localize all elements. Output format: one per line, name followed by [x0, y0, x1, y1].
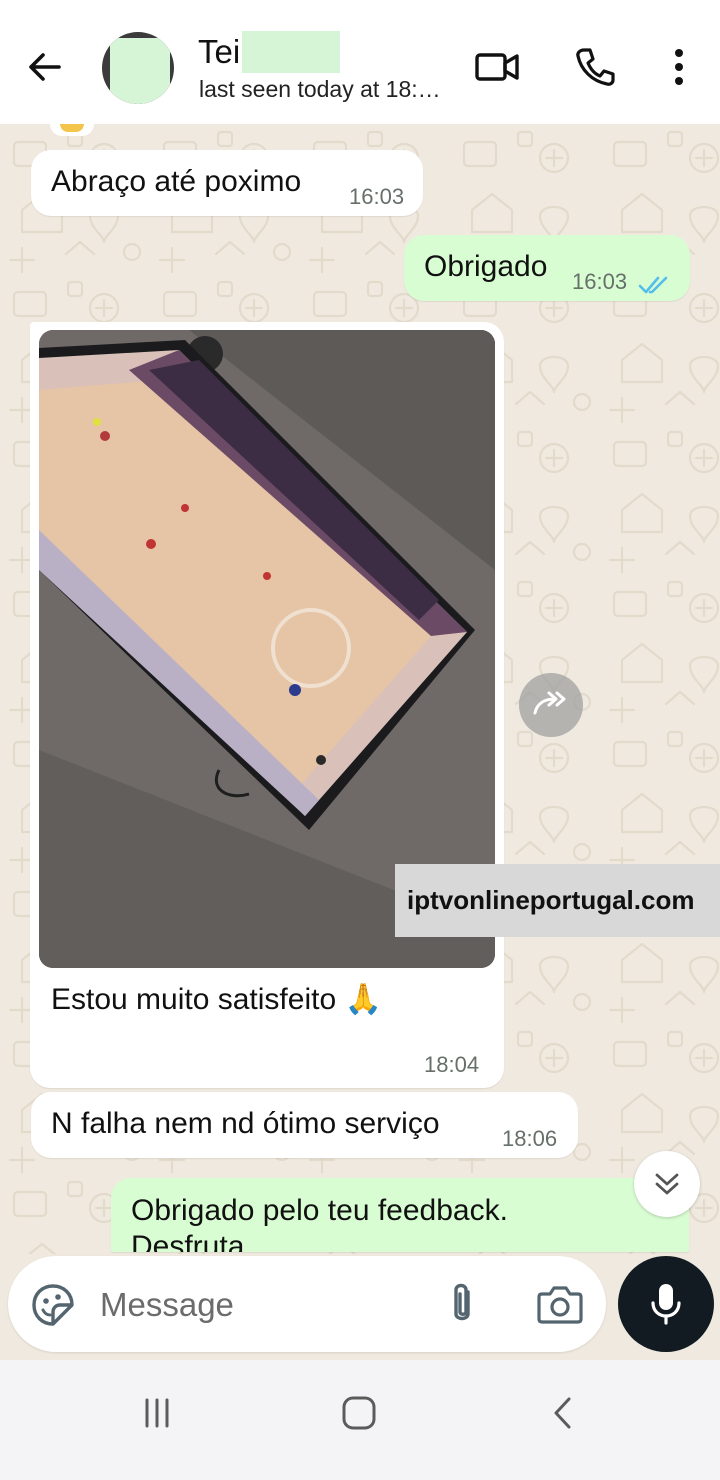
message-text: Obrigado — [424, 250, 548, 283]
message-text: Abraço até poximo — [51, 165, 302, 198]
avatar-redaction — [110, 38, 170, 104]
voice-call-button[interactable] — [570, 42, 620, 92]
arrow-back-icon — [29, 53, 61, 81]
double-chevron-down-icon — [655, 1173, 679, 1195]
chat-area[interactable]: Abraço até poximo 16:03 Obrigado 16:03 E… — [0, 124, 720, 1360]
back-button[interactable] — [22, 44, 68, 90]
sticker-icon — [32, 1284, 74, 1326]
video-camera-icon — [475, 53, 519, 81]
chat-header: Tei last seen today at 18:… — [0, 0, 720, 124]
message-text-continued: Desfruta — [131, 1230, 245, 1252]
message-input-container[interactable] — [8, 1256, 606, 1352]
nav-back-icon — [554, 1397, 571, 1429]
previous-message-fragment — [50, 124, 94, 136]
more-vertical-icon — [675, 49, 683, 85]
message-bubble-incoming[interactable]: N falha nem nd ótimo serviço 18:06 — [31, 1092, 578, 1158]
contact-avatar[interactable] — [102, 32, 174, 104]
message-time: 18:04 — [424, 1052, 480, 1077]
system-navigation-bar — [0, 1360, 720, 1480]
camera-icon — [537, 1286, 583, 1324]
last-seen-status: last seen today at 18:… — [199, 76, 441, 102]
read-receipt-icon — [638, 276, 668, 294]
message-time: 16:03 — [572, 269, 628, 294]
nav-back-button[interactable] — [538, 1388, 588, 1438]
paperclip-icon — [454, 1283, 470, 1321]
message-text: N falha nem nd ótimo serviço — [51, 1107, 440, 1140]
message-text: Obrigado pelo teu feedback. — [131, 1194, 508, 1227]
contact-name: Tei — [198, 33, 241, 70]
phone-icon — [576, 48, 615, 86]
home-icon — [342, 1396, 376, 1430]
contact-name-area[interactable]: Tei — [198, 30, 341, 74]
message-time: 16:03 — [349, 184, 405, 209]
forward-icon — [533, 691, 566, 715]
message-bubble-outgoing[interactable]: Obrigado 16:03 — [404, 235, 690, 301]
name-redaction — [242, 31, 341, 73]
more-options-button[interactable] — [654, 42, 704, 92]
scroll-to-bottom-button[interactable] — [634, 1151, 700, 1217]
recent-apps-button[interactable] — [132, 1388, 182, 1438]
message-bubble-incoming[interactable]: Abraço até poximo 16:03 — [31, 150, 423, 216]
photo-caption: Estou muito satisfeito 🙏 — [51, 983, 382, 1016]
microphone-icon — [651, 1284, 681, 1325]
message-input[interactable] — [100, 1280, 420, 1330]
composer-bar — [0, 1254, 720, 1360]
message-bubble-outgoing[interactable]: Obrigado pelo teu feedback. Desfruta — [111, 1178, 689, 1252]
forward-button[interactable] — [519, 673, 583, 737]
message-time: 18:06 — [502, 1126, 558, 1151]
home-button[interactable] — [334, 1388, 384, 1438]
camera-button[interactable] — [536, 1282, 584, 1328]
voice-message-button[interactable] — [618, 1256, 714, 1352]
image-message-bubble[interactable]: Estou muito satisfeito 🙏 18:04 — [30, 322, 504, 1088]
video-call-button[interactable] — [472, 42, 522, 92]
recent-apps-icon — [145, 1398, 169, 1428]
sticker-button[interactable] — [30, 1282, 76, 1328]
attach-button[interactable] — [440, 1280, 484, 1330]
watermark-label: iptvonlineportugal.com — [395, 864, 720, 937]
